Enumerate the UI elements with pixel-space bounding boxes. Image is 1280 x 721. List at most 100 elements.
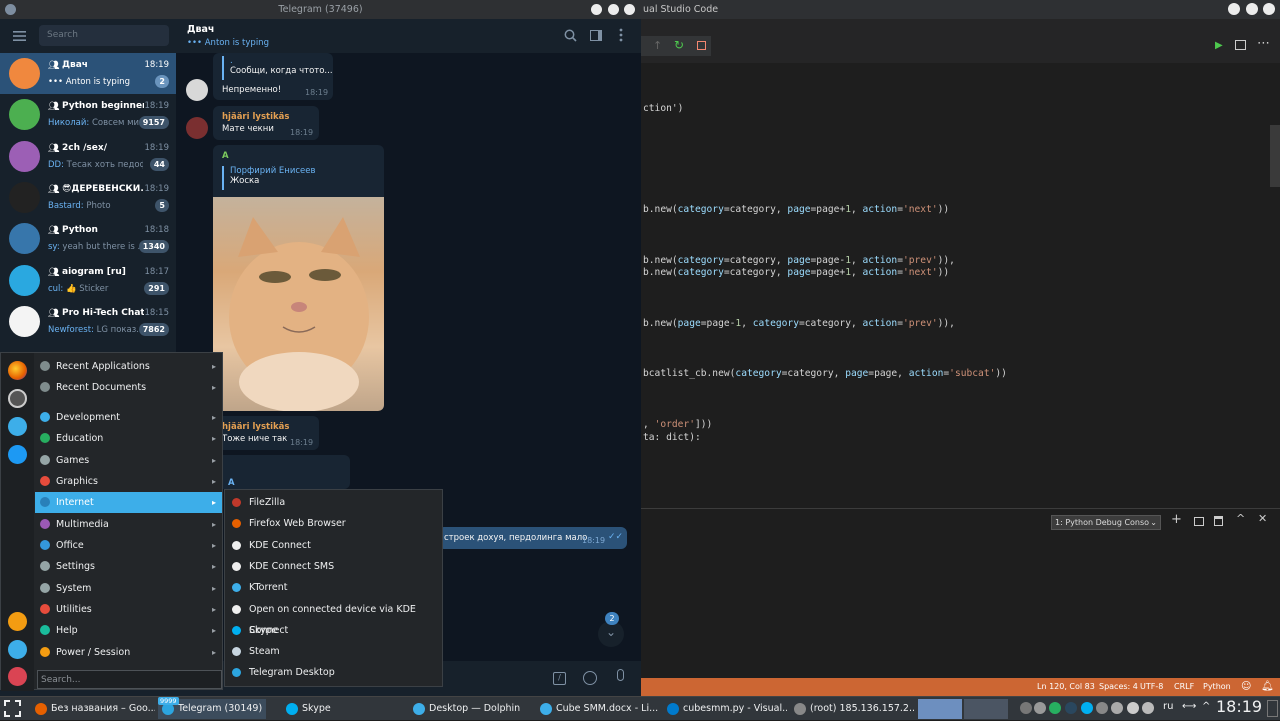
- bluetooth-icon[interactable]: [1142, 702, 1154, 714]
- internet-app-item[interactable]: KDE Connect: [225, 535, 442, 556]
- steam-icon[interactable]: [1065, 702, 1077, 714]
- message-sender[interactable]: hjääri lystikäs: [222, 422, 289, 432]
- launcher-category[interactable]: Utilities ▸: [35, 599, 222, 620]
- launcher-category[interactable]: Power / Session ▸: [35, 642, 222, 663]
- launcher-icon[interactable]: [4, 700, 21, 717]
- network-icon[interactable]: ⟷: [1182, 701, 1196, 712]
- photo-message[interactable]: A Порфирий Енисеев Жоска: [213, 145, 384, 411]
- internet-app-item[interactable]: KDE Connect SMS: [225, 556, 442, 577]
- outgoing-message[interactable]: строек дохуя, пердолинга мало 18:19 ✓✓: [438, 527, 627, 549]
- code-line[interactable]: bcatlist_cb.new(category=category, page=…: [643, 368, 1007, 379]
- volume-icon[interactable]: [1127, 702, 1139, 714]
- internet-app-item[interactable]: FileZilla: [225, 492, 442, 513]
- launcher-category[interactable]: Recent Applications ▸: [35, 356, 222, 377]
- code-line[interactable]: ction'): [643, 103, 683, 114]
- launcher-category[interactable]: Settings ▸: [35, 556, 222, 577]
- launcher-category[interactable]: Help ▸: [35, 620, 222, 641]
- status-spaces[interactable]: Spaces: 4: [1099, 678, 1138, 696]
- chat-list-item[interactable]: 👥︎ aiogram [ru] 18:17 cul: 👍 Sticker 291: [0, 260, 176, 301]
- vscode-minimize-button[interactable]: [1228, 3, 1240, 15]
- internet-app-item[interactable]: Open on connected device via KDE Connect: [225, 599, 442, 636]
- telegram-minimize-button[interactable]: [591, 4, 602, 15]
- message-sender[interactable]: hjääri lystikäs: [222, 112, 289, 122]
- pause-icon[interactable]: [1034, 702, 1046, 714]
- status-encoding[interactable]: UTF-8: [1140, 678, 1163, 696]
- emoji-icon[interactable]: [583, 671, 597, 685]
- internet-app-item[interactable]: KTorrent: [225, 577, 442, 598]
- launcher-category[interactable]: Education ▸: [35, 428, 222, 449]
- avatar[interactable]: [186, 117, 208, 139]
- run-icon[interactable]: ▶: [1215, 40, 1223, 51]
- step-out-icon[interactable]: ↑: [653, 39, 662, 52]
- trash-icon[interactable]: [1214, 516, 1223, 526]
- code-editor[interactable]: ction') b.new(category=category, page=pag…: [641, 63, 1280, 508]
- shutdown-icon[interactable]: [8, 667, 27, 686]
- chat-list-item[interactable]: 👥︎ Python beginners 18:19 Николай: Совсем м…: [0, 94, 176, 135]
- chevron-up-icon[interactable]: ^: [1202, 701, 1210, 712]
- code-line[interactable]: ta: dict):: [643, 432, 701, 443]
- battery-icon[interactable]: [1111, 702, 1123, 714]
- internet-app-item[interactable]: Steam: [225, 641, 442, 662]
- editor-scrollbar[interactable]: [1270, 125, 1280, 187]
- chat-list-item[interactable]: 👥︎2ch /sex/18:19DD: Тесак хоть педоф...4…: [0, 136, 176, 177]
- internet-app-item[interactable]: Skype: [225, 620, 442, 641]
- launcher-category[interactable]: Internet ▸: [35, 492, 222, 513]
- chat-list-item[interactable]: 👥︎ 😎ДЕРЕВЕНСКИ... 18:19 Bastard: Photo 5: [0, 177, 176, 218]
- status-position[interactable]: Ln 120, Col 83: [1037, 678, 1095, 696]
- show-desktop-button[interactable]: [1267, 700, 1278, 717]
- code-line[interactable]: b.new(page=page-1, category=category, ac…: [643, 318, 955, 329]
- code-line[interactable]: b.new(category=category, page=page+1, ac…: [643, 204, 949, 215]
- chat-list-item[interactable]: 👥︎ Python 18:18 sy: yeah but there is ... 13…: [0, 218, 176, 259]
- add-terminal-icon[interactable]: +: [1171, 512, 1182, 527]
- telegram-maximize-button[interactable]: [608, 4, 619, 15]
- launcher-category[interactable]: Graphics ▸: [35, 471, 222, 492]
- reply-quote[interactable]: . Сообщи, когда чтото...: [222, 56, 333, 80]
- restart-icon[interactable]: ↻: [674, 38, 684, 52]
- status-eol[interactable]: CRLF: [1174, 678, 1194, 696]
- taskbar-task[interactable]: Cube SMM.docx - Li...: [536, 699, 660, 719]
- feedback-icon[interactable]: ☺: [1241, 678, 1251, 696]
- internet-app-item[interactable]: Firefox Web Browser: [225, 513, 442, 534]
- skype-icon[interactable]: [1081, 702, 1093, 714]
- launcher-category[interactable]: Office ▸: [35, 535, 222, 556]
- code-line[interactable]: b.new(category=category, page=page-1, ac…: [643, 255, 955, 266]
- message-bubble[interactable]: . Сообщи, когда чтото... Непременно! 18:…: [213, 53, 333, 100]
- more-actions-icon[interactable]: ⋯: [1257, 36, 1270, 51]
- vscode-close-button[interactable]: [1263, 3, 1275, 15]
- message-bubble[interactable]: hjääri lystikäs Тоже ниче так 18:19: [213, 416, 319, 450]
- usb-icon[interactable]: [1096, 702, 1108, 714]
- pager-desktop-1[interactable]: [918, 699, 962, 719]
- taskbar-task[interactable]: Skype: [282, 699, 402, 719]
- launcher-category[interactable]: Recent Documents ▸: [35, 377, 222, 398]
- stop-icon[interactable]: [697, 41, 706, 50]
- keyboard-layout[interactable]: ru: [1163, 701, 1173, 712]
- launcher-search-input[interactable]: Search...: [37, 670, 222, 689]
- launcher-category[interactable]: System ▸: [35, 578, 222, 599]
- pager-desktop-2[interactable]: [964, 699, 1008, 719]
- reply-quote[interactable]: Порфирий Енисеев Жоска: [222, 166, 316, 190]
- taskbar-task[interactable]: Без названия – Goo...: [31, 699, 155, 719]
- code-line[interactable]: b.new(category=category, page=page+1, ac…: [643, 267, 949, 278]
- code-line[interactable]: , 'order'])): [643, 419, 712, 430]
- status-language[interactable]: Python: [1203, 678, 1231, 696]
- message-sender[interactable]: A: [228, 478, 235, 488]
- vscode-maximize-button[interactable]: [1246, 3, 1258, 15]
- chat-list-item[interactable]: 👥︎ Двач 18:19 ••• Anton is typing 2: [0, 53, 176, 94]
- taskbar-task[interactable]: cubesmm.py - Visual...: [663, 699, 787, 719]
- clock[interactable]: 18:19: [1216, 697, 1262, 716]
- message-bubble[interactable]: hjääri lystikäs Мате чекни 18:19: [213, 106, 319, 140]
- internet-app-item[interactable]: Telegram Desktop: [225, 662, 442, 683]
- menu-icon[interactable]: [13, 31, 26, 41]
- close-panel-icon[interactable]: ✕: [1258, 512, 1267, 525]
- chat-list-item[interactable]: 👥︎ Pro Hi-Tech Chat 18:15 Newforest: LG пок…: [0, 301, 176, 342]
- sidebar-toggle-icon[interactable]: [590, 30, 602, 41]
- bell-icon[interactable]: 🔔︎: [1261, 678, 1274, 696]
- taskbar-task[interactable]: Desktop — Dolphin: [409, 699, 533, 719]
- message-sender[interactable]: A: [222, 151, 229, 161]
- checkmark-icon[interactable]: [1049, 702, 1061, 714]
- search-input[interactable]: Search: [39, 25, 169, 46]
- message-bubble[interactable]: A: [213, 455, 350, 489]
- telegram-close-button[interactable]: [624, 4, 635, 15]
- taskbar-task[interactable]: (root) 185.136.157.2...: [790, 699, 914, 719]
- search-icon[interactable]: [564, 29, 577, 42]
